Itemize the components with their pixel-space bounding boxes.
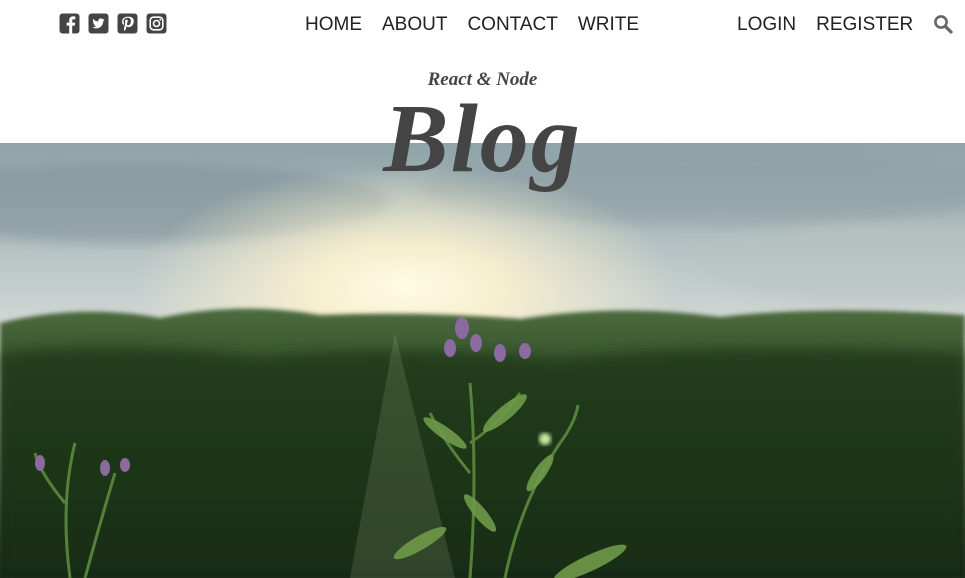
nav-about-link[interactable]: ABOUT bbox=[382, 13, 447, 37]
top-navbar: HOME ABOUT CONTACT WRITE LOGIN REGISTER bbox=[0, 0, 965, 50]
main-nav: HOME ABOUT CONTACT WRITE bbox=[305, 13, 639, 37]
login-link[interactable]: LOGIN bbox=[737, 13, 796, 37]
pinterest-square-icon[interactable] bbox=[117, 13, 138, 34]
twitter-square-icon[interactable] bbox=[88, 13, 109, 34]
hero-image bbox=[0, 143, 965, 578]
nav-contact-link[interactable]: CONTACT bbox=[467, 13, 557, 37]
nav-write-link[interactable]: WRITE bbox=[578, 13, 639, 37]
meadow-illustration bbox=[0, 143, 965, 578]
search-icon[interactable] bbox=[933, 14, 953, 34]
social-links bbox=[59, 13, 167, 34]
auth-nav: LOGIN REGISTER bbox=[737, 13, 913, 37]
facebook-square-icon[interactable] bbox=[59, 13, 80, 34]
nav-home-link[interactable]: HOME bbox=[305, 13, 362, 37]
register-link[interactable]: REGISTER bbox=[816, 13, 913, 37]
header-titles: React & Node Blog bbox=[0, 65, 965, 189]
instagram-square-icon[interactable] bbox=[146, 13, 167, 34]
header-title: Blog bbox=[383, 85, 582, 193]
